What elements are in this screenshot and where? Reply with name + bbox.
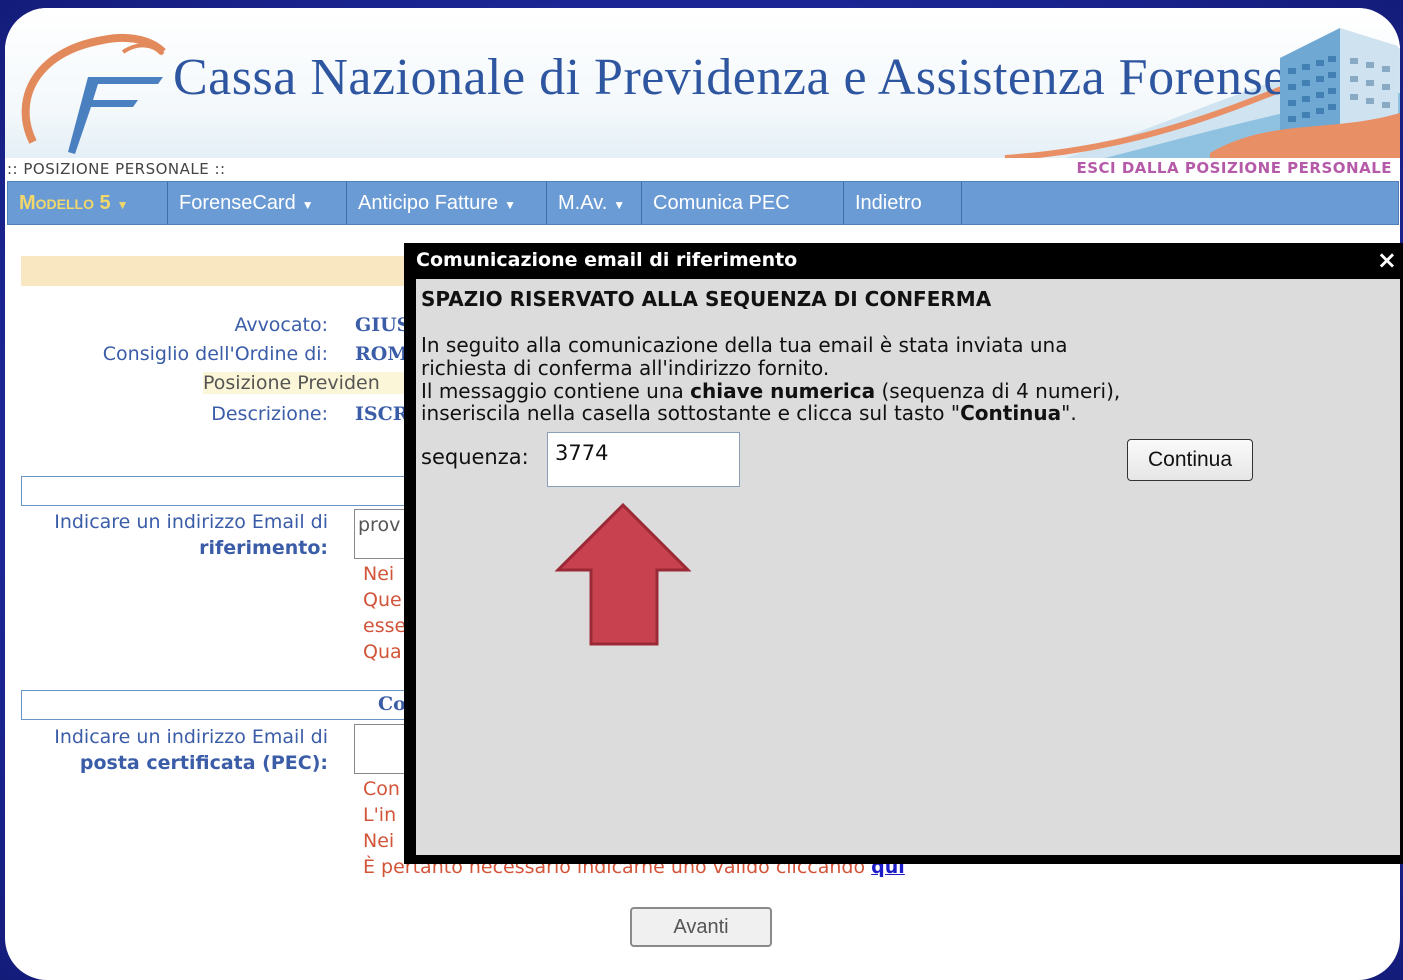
email-section-header xyxy=(21,476,413,506)
close-icon[interactable]: × xyxy=(1377,246,1397,274)
menu-forensecard[interactable]: ForenseCard ▼ xyxy=(168,182,347,224)
menu-modello-5[interactable]: Modello 5 ▼ xyxy=(8,182,168,224)
chevron-down-icon: ▼ xyxy=(301,198,314,212)
menu-modello-5-label: Modello 5 xyxy=(19,192,111,214)
posizione-previdenziale-label: Posizione Previden xyxy=(203,372,405,394)
menu-mav-label: M.Av. xyxy=(558,192,608,214)
descrizione-label: Descrizione: xyxy=(211,403,328,425)
email-note-4: Qua xyxy=(363,641,402,663)
pec-note-2: L'in xyxy=(363,804,397,826)
dialog-text-line1: In seguito alla comunicazione della tua … xyxy=(421,333,1068,357)
site-banner: Cassa Nazionale di Previdenza e Assisten… xyxy=(5,8,1400,160)
pec-section-header: Co xyxy=(21,690,413,720)
avvocato-value: GIUS xyxy=(355,314,411,336)
line4-bold: Continua xyxy=(960,401,1062,425)
site-title: Cassa Nazionale di Previdenza e Assisten… xyxy=(173,49,1287,106)
main-menu: Modello 5 ▼ ForenseCard ▼ Anticipo Fatture… xyxy=(7,181,1399,225)
pec-label-line1: Indicare un indirizzo Email di xyxy=(54,726,328,748)
pec-note-1: Con xyxy=(363,778,400,800)
sequence-label: sequenza: xyxy=(421,445,529,469)
section-header-strip xyxy=(21,256,421,286)
menu-indietro-label: Indietro xyxy=(855,192,922,214)
dialog-title: Comunicazione email di riferimento xyxy=(416,249,798,271)
menu-mav[interactable]: M.Av. ▼ xyxy=(547,182,642,224)
line3-bold: chiave numerica xyxy=(690,379,876,403)
line3-pre: Il messaggio contiene una xyxy=(421,379,691,403)
position-bar: :: POSIZIONE PERSONALE :: ESCI DALLA POS… xyxy=(5,158,1400,180)
dialog-text-line4: inseriscila nella casella sottostante e … xyxy=(421,402,1077,424)
email-note-3: esse xyxy=(363,615,407,637)
menu-indietro[interactable]: Indietro xyxy=(844,182,962,224)
menu-comunica-pec[interactable]: Comunica PEC xyxy=(642,182,844,224)
dialog-text-line2: richiesta di conferma all'indirizzo forn… xyxy=(421,356,830,380)
menu-anticipo-fatture[interactable]: Anticipo Fatture ▼ xyxy=(347,182,547,224)
email-label-line2: riferimento: xyxy=(199,537,328,559)
email-note-1: Nei xyxy=(363,563,395,585)
menu-anticipo-fatture-label: Anticipo Fatture xyxy=(358,192,499,214)
dialog-text-line3: Il messaggio contiene una chiave numeric… xyxy=(421,380,1120,402)
cassa-forense-logo xyxy=(21,33,166,154)
sequence-input[interactable]: 3774 xyxy=(547,432,740,487)
avvocato-label: Avvocato: xyxy=(234,314,328,336)
consiglio-label: Consiglio dell'Ordine di: xyxy=(102,343,328,365)
building-illustration xyxy=(1210,28,1400,158)
pec-note-3: Nei xyxy=(363,830,395,852)
chevron-down-icon: ▼ xyxy=(504,198,516,212)
menu-forensecard-label: ForenseCard xyxy=(179,192,296,214)
dialog-heading: SPAZIO RISERVATO ALLA SEQUENZA DI CONFER… xyxy=(421,287,992,311)
line4-pre: inseriscila nella casella sottostante e … xyxy=(421,401,961,425)
chevron-down-icon: ▼ xyxy=(116,198,129,212)
pec-section-title: Co xyxy=(378,693,406,715)
avanti-button[interactable]: Avanti xyxy=(630,907,772,947)
line3-post: (sequenza di 4 numeri), xyxy=(875,379,1121,403)
exit-personal-position-link[interactable]: ESCI DALLA POSIZIONE PERSONALE xyxy=(1076,159,1392,177)
email-label-line1: Indicare un indirizzo Email di xyxy=(54,511,328,533)
continua-button[interactable]: Continua xyxy=(1127,439,1253,481)
section-label: :: POSIZIONE PERSONALE :: xyxy=(7,160,226,178)
email-confirmation-dialog: Comunicazione email di riferimento × SPA… xyxy=(404,243,1403,864)
email-note-2: Que xyxy=(363,589,402,611)
consiglio-value: ROM xyxy=(355,343,409,365)
line4-post: ". xyxy=(1061,401,1077,425)
up-arrow-icon xyxy=(555,502,691,646)
chevron-down-icon: ▼ xyxy=(613,198,626,212)
menu-comunica-pec-label: Comunica PEC xyxy=(653,192,790,214)
pec-label-line2: posta certificata (PEC): xyxy=(79,752,328,774)
descrizione-value: ISCR xyxy=(355,403,409,425)
